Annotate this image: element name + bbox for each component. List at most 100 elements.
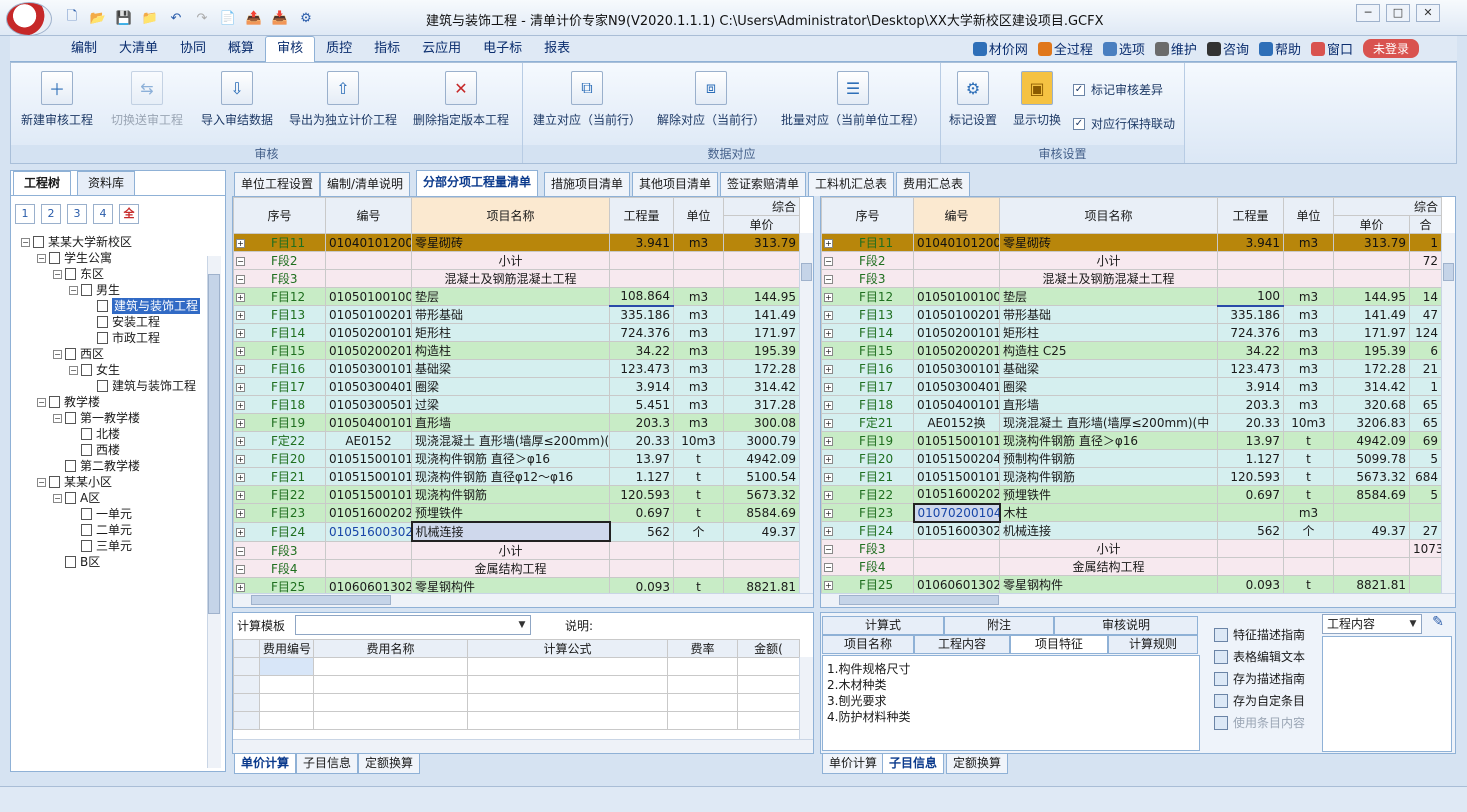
table-row[interactable]: + F目21 010515001018 现浇构件钢筋 直径φ12～φ16 1.127 t 5… — [233, 467, 800, 486]
name-cell[interactable]: 圈梁 — [411, 377, 610, 396]
price-cell[interactable] — [723, 559, 800, 578]
code-cell[interactable] — [325, 559, 412, 578]
expand-icon[interactable]: + — [824, 401, 833, 410]
expand-icon[interactable]: + — [824, 581, 833, 590]
unit-cell[interactable]: m3 — [1283, 377, 1334, 396]
quantity-cell[interactable]: 724.376 — [609, 323, 674, 342]
expand-icon[interactable]: + — [824, 437, 833, 446]
expand-icon[interactable]: + — [236, 437, 245, 446]
price-cell[interactable]: 144.95 — [723, 287, 800, 306]
price-cell[interactable]: 8584.69 — [723, 503, 800, 523]
menu-right-item[interactable]: 选项 — [1102, 39, 1145, 58]
code-cell[interactable]: 010502002012* — [325, 341, 412, 360]
code-cell[interactable]: 010401012008 — [913, 233, 1000, 252]
column-header[interactable]: 序号 — [821, 197, 914, 234]
price-cell[interactable]: 300.08 — [723, 413, 800, 432]
code-cell[interactable]: 010504001016 — [913, 395, 1000, 414]
feature-action[interactable]: 使用条目内容 — [1214, 714, 1305, 731]
edit-list-icon[interactable]: ✎ — [1428, 614, 1448, 634]
unit-cell[interactable] — [1283, 557, 1334, 576]
feature-top-tab[interactable]: 计算式 — [822, 616, 944, 635]
table-row[interactable]: − F段2 小计 — [233, 251, 800, 270]
quantity-cell[interactable]: 1.127 — [609, 467, 674, 486]
feature-action[interactable]: 存为描述指南 — [1214, 670, 1305, 687]
mark-settings-button[interactable]: ⚙ 标记设置 — [949, 71, 997, 128]
unit-cell[interactable]: m3 — [673, 359, 724, 378]
table-row[interactable]: +F目23010516002020*预埋铁件0.697t8584.69 — [233, 503, 800, 523]
sheet-tab[interactable]: 费用汇总表 — [896, 172, 971, 196]
menu-tab[interactable]: 大清单 — [108, 36, 169, 62]
code-cell[interactable] — [913, 251, 1000, 270]
code-cell[interactable]: 010503001013 — [325, 359, 412, 378]
tree-level-button[interactable]: 全 — [119, 204, 139, 224]
expand-icon[interactable]: + — [824, 347, 833, 356]
column-header[interactable]: 项目名称 — [411, 197, 610, 234]
row-id-cell[interactable]: + F目23 — [821, 503, 914, 522]
quantity-cell[interactable]: 203.3 — [1217, 395, 1284, 414]
tree-node[interactable]: − 东区 — [53, 266, 104, 282]
code-cell[interactable]: 010515001017 — [913, 431, 1000, 450]
total-cell[interactable]: 72 — [1408, 251, 1443, 270]
price-cell[interactable]: 195.39 — [1333, 341, 1410, 360]
collapse-icon[interactable]: − — [37, 253, 46, 263]
price-cell[interactable]: 8584.69 — [1333, 485, 1410, 504]
row-id-cell[interactable]: + F目12 — [233, 287, 326, 306]
row-id-cell[interactable]: − F段4 — [821, 557, 914, 576]
table-row[interactable]: + F目18 010504001016 直形墙 203.3 m3 320.68 65 — [821, 395, 1443, 414]
collapse-icon[interactable]: − — [69, 365, 78, 375]
name-cell[interactable]: 预埋铁件 — [999, 485, 1218, 504]
tree-node[interactable]: 安装工程 — [85, 314, 160, 330]
name-cell[interactable]: 预埋铁件 — [411, 503, 610, 523]
code-cell[interactable]: 010516003022 — [913, 521, 1000, 540]
quantity-cell[interactable] — [1217, 539, 1284, 558]
tree-node[interactable]: 建筑与装饰工程 — [85, 298, 201, 314]
unit-cell[interactable]: t — [673, 485, 724, 504]
row-id-cell[interactable]: + F目24 — [821, 521, 914, 540]
sheet-tab[interactable]: 单位工程设置 — [234, 172, 321, 196]
column-header[interactable]: 序号 — [233, 197, 326, 234]
total-cell[interactable]: 124 — [1408, 323, 1443, 342]
row-id-cell[interactable]: + F目20 — [233, 449, 326, 468]
expand-icon[interactable]: + — [236, 347, 245, 356]
quantity-cell[interactable] — [1217, 251, 1284, 270]
new-file-icon[interactable]: 🗋 — [62, 8, 82, 28]
table-row[interactable]: + F目14 010502001011 矩形柱 724.376 m3 171.97 124 — [821, 323, 1443, 342]
total-cell[interactable]: 14 — [1408, 287, 1443, 306]
table-row[interactable]: +F目15010502002012*构造柱 C2534.22m3195.396 — [821, 341, 1443, 360]
quantity-cell[interactable]: 34.22 — [1217, 341, 1284, 360]
table-row[interactable]: + F目22 010515001019 现浇构件钢筋 120.593 t 5673.32 — [233, 485, 800, 504]
tree-node[interactable]: − 西区 — [53, 346, 104, 362]
feature-tab[interactable]: 项目名称 — [822, 635, 914, 654]
menu-right-item[interactable]: 全过程 — [1037, 39, 1093, 58]
expand-icon[interactable]: + — [236, 473, 245, 482]
calc-column-header[interactable]: 费用名称 — [313, 639, 468, 658]
table-row[interactable]: + F目13 010501002010 带形基础 335.186 m3 141.49 47 — [821, 305, 1443, 324]
expand-icon[interactable]: + — [236, 455, 245, 464]
name-cell[interactable]: 构造柱 C25 — [999, 341, 1218, 360]
column-header[interactable]: 项目名称 — [999, 197, 1218, 234]
sheet-tab[interactable]: 编制/清单说明 — [320, 172, 411, 196]
column-header[interactable]: 工程量 — [609, 197, 674, 234]
name-cell[interactable]: 现浇混凝土 直形墙(墙厚≤200mm)(中 — [999, 413, 1218, 432]
folder-icon[interactable]: 📁 — [140, 8, 160, 28]
unit-cell[interactable]: m3 — [1283, 323, 1334, 342]
total-cell[interactable]: 27 — [1408, 521, 1443, 540]
unit-cell[interactable]: 10m3 — [1283, 413, 1334, 432]
name-cell[interactable]: 圈梁 — [999, 377, 1218, 396]
quantity-cell[interactable] — [609, 540, 674, 560]
code-cell[interactable]: 010516003022 — [325, 521, 412, 542]
expand-icon[interactable]: + — [824, 509, 833, 518]
total-cell[interactable]: 5 — [1408, 485, 1443, 504]
tree-node[interactable]: − 第一教学楼 — [53, 410, 140, 426]
name-cell[interactable]: 过梁 — [411, 395, 610, 414]
table-row[interactable]: + F定21 AE0152换 现浇混凝土 直形墙(墙厚≤200mm)(中 20.33 10… — [821, 413, 1443, 432]
collapse-icon[interactable]: − — [37, 397, 46, 407]
unit-cell[interactable]: t — [1283, 467, 1334, 486]
unit-cell[interactable]: m3 — [673, 323, 724, 342]
code-cell[interactable]: 010515002044 — [913, 449, 1000, 468]
price-cell[interactable] — [723, 269, 800, 288]
expand-icon[interactable]: + — [236, 419, 245, 428]
price-cell[interactable] — [1333, 557, 1410, 576]
row-id-cell[interactable]: + F目13 — [233, 305, 326, 324]
code-cell[interactable] — [913, 557, 1000, 576]
